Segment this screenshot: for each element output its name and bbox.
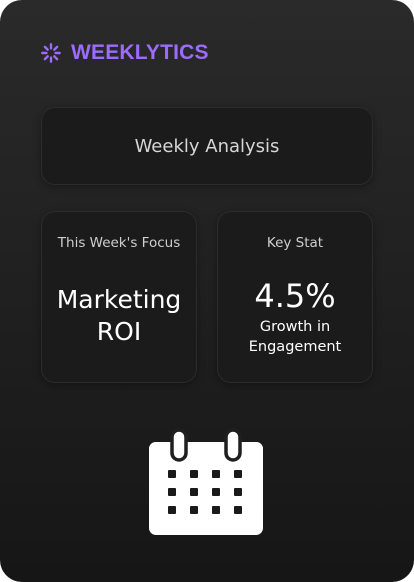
calendar-icon xyxy=(149,428,263,535)
brand-header: WEEKLYTICS xyxy=(40,38,209,68)
brand-name: WEEKLYTICS xyxy=(71,41,209,64)
key-stat-caption: Growth in Engagement xyxy=(218,317,372,357)
key-stat-value: 4.5% xyxy=(254,277,336,315)
focus-label: This Week's Focus xyxy=(57,235,181,251)
focus-value-line2: ROI xyxy=(96,317,142,346)
key-stat-caption-line1: Growth in xyxy=(259,319,331,335)
focus-value: Marketing ROI xyxy=(42,284,196,348)
banner-title: Weekly Analysis xyxy=(134,135,280,157)
key-stat-label: Key Stat xyxy=(266,235,324,251)
weeklytics-card: WEEKLYTICS Weekly Analysis This Week's F… xyxy=(0,0,414,582)
key-stat-card: Key Stat 4.5% Growth in Engagement xyxy=(217,211,373,383)
loader-icon xyxy=(41,43,61,63)
weekly-analysis-banner: Weekly Analysis xyxy=(41,107,373,185)
focus-value-line1: Marketing xyxy=(56,285,182,314)
key-stat-caption-line2: Engagement xyxy=(248,339,342,355)
focus-card: This Week's Focus Marketing ROI xyxy=(41,211,197,383)
